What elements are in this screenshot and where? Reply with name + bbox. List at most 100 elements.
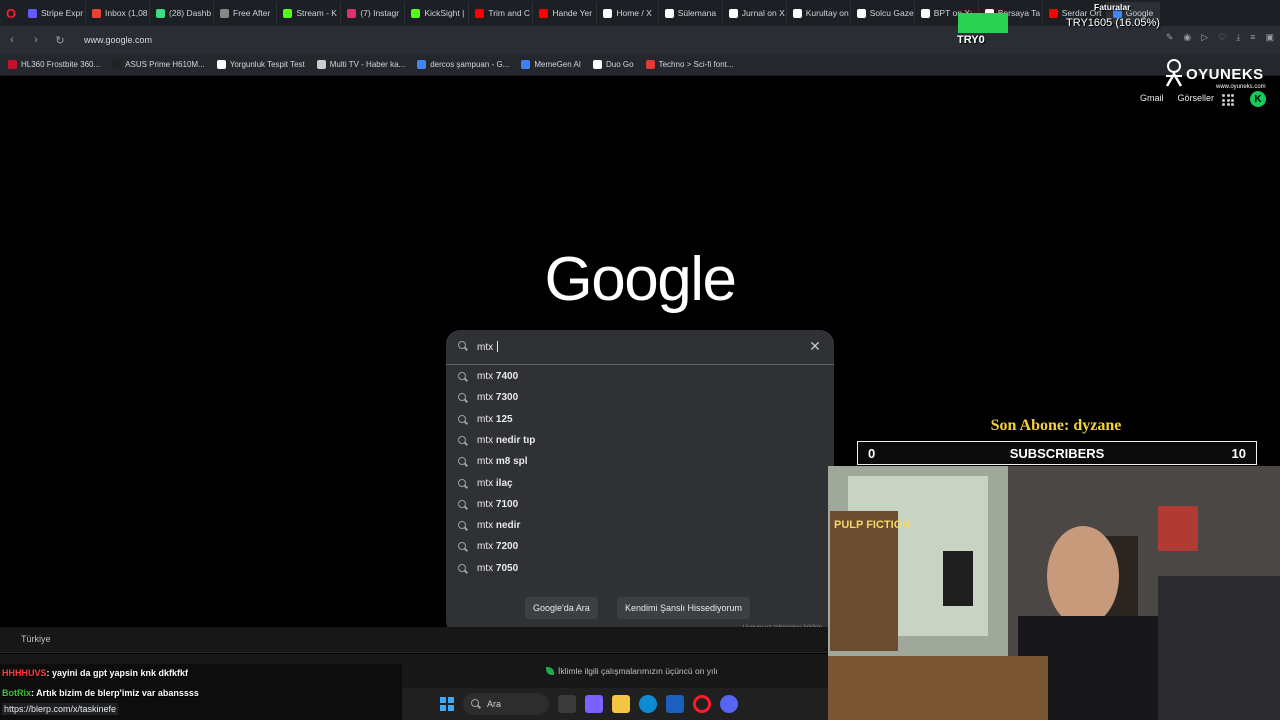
taskbar-search[interactable]: Ara (463, 693, 549, 715)
play-icon[interactable]: ▷ (1201, 32, 1208, 43)
eco-message[interactable]: İklimle ilgili çalışmalarımızın üçüncü o… (546, 666, 718, 676)
bookmark-item[interactable]: Duo Go (593, 60, 634, 69)
bookmark-favicon-icon (8, 60, 17, 69)
browser-tab[interactable]: KickSight | (405, 2, 470, 24)
opera-logo-icon[interactable]: O (0, 0, 22, 26)
reload-icon[interactable]: ↻ (54, 34, 66, 47)
search-icon (458, 478, 468, 489)
discord-icon[interactable] (720, 695, 738, 713)
svg-text:PULP FICTION: PULP FICTION (834, 519, 910, 531)
bookmark-label: MemeGen AI (534, 60, 582, 69)
bookmark-favicon-icon (216, 60, 226, 69)
heart-icon[interactable]: ♡ (1218, 32, 1226, 43)
google-header-links: Gmail Görseller (1140, 93, 1214, 103)
bookmark-item[interactable]: dercos şampuan - G... (417, 60, 509, 69)
browser-tab[interactable]: Home / X (597, 2, 659, 24)
search-suggestion[interactable]: mtx 7100 (446, 494, 834, 515)
browser-tab[interactable]: Inbox (1,08 (86, 2, 150, 24)
oyuneks-mascot-icon (1165, 59, 1183, 87)
browser-tab[interactable]: Sülemana (659, 2, 723, 24)
address-input[interactable]: www.google.com (84, 35, 152, 45)
browser-tab[interactable]: Hande Yer (533, 2, 598, 24)
tab-favicon-icon (156, 8, 165, 18)
browser-toolbar-icons: ✎ ◉ ▷ ♡ ⤓ ≡ ▣ (1166, 32, 1274, 43)
images-link[interactable]: Görseller (1177, 93, 1214, 103)
search-suggestion[interactable]: mtx 7200 (446, 536, 834, 557)
bookmark-label: ASUS Prime H610M... (125, 60, 205, 69)
opera-icon[interactable] (693, 695, 711, 713)
bookmark-item[interactable]: ASUS Prime H610M... (112, 60, 205, 69)
search-suggestion[interactable]: mtx 7400 (446, 366, 834, 387)
suggestion-text: mtx m8 spl (477, 456, 528, 468)
browser-tab[interactable]: Free After (214, 2, 278, 24)
browser-tab[interactable]: Solcu Gaze (851, 2, 915, 24)
browser-tab[interactable]: (7) Instagr (341, 2, 406, 24)
tab-label: Free After (233, 8, 271, 18)
task-view-icon[interactable] (558, 695, 576, 713)
search-panel: mtx ✕ mtx 7400 mtx 7300 mtx 125 mtx nedir t… (446, 330, 834, 635)
chat-username: BotRix (2, 688, 31, 698)
google-apps-icon[interactable] (1222, 94, 1234, 106)
back-icon[interactable]: ‹ (6, 34, 18, 46)
bookmark-favicon-icon (316, 60, 326, 69)
tab-label: Jurnal on X (741, 8, 785, 18)
bookmark-favicon-icon (417, 60, 427, 69)
download-icon[interactable]: ⤓ (1236, 32, 1240, 43)
sponsor-name: OYUNEKS (1186, 66, 1264, 83)
menu-icon[interactable]: ≡ (1250, 32, 1255, 43)
browser-tab[interactable]: Stripe Expr (22, 2, 86, 24)
store-icon[interactable] (666, 695, 684, 713)
donation-current: TRY0 (957, 34, 985, 46)
edit-icon[interactable]: ✎ (1166, 32, 1174, 43)
search-suggestion[interactable]: mtx 7300 (446, 387, 834, 408)
tab-label: Inbox (1,08 (105, 8, 148, 18)
gmail-link[interactable]: Gmail (1140, 93, 1164, 103)
tab-label: Kurultay on (805, 8, 849, 18)
search-suggestion[interactable]: mtx 7050 (446, 558, 834, 579)
leaf-icon (546, 667, 554, 675)
forward-icon[interactable]: › (30, 34, 42, 46)
chat-message: BotRix: Artık bizim de blerp'imiz var ab… (2, 688, 199, 698)
tab-favicon-icon (283, 8, 293, 18)
edge-icon[interactable] (639, 695, 657, 713)
chat-message: HHHHUVS: yayini da gpt yapsin knk dkfkfk… (2, 668, 188, 678)
tab-favicon-icon (220, 8, 229, 18)
feeling-lucky-button[interactable]: Kendimi Şanslı Hissediyorum (617, 597, 751, 619)
bookmark-item[interactable]: Yorgunluk Tespit Test (216, 60, 305, 69)
tab-favicon-icon (475, 8, 485, 18)
bookmark-item[interactable]: HL360 Frostbite 360... (8, 60, 100, 69)
search-input[interactable]: mtx (477, 341, 498, 353)
browser-tab[interactable]: Kurultay on (787, 2, 851, 24)
tab-favicon-icon (1048, 8, 1058, 18)
google-search-button[interactable]: Google'da Ara (525, 597, 598, 619)
wallet-icon[interactable]: ▣ (1265, 32, 1274, 43)
suggestion-text: mtx 7300 (477, 392, 519, 404)
bookmark-favicon-icon (645, 60, 655, 69)
bookmark-item[interactable]: Techno > Sci-fi font... (645, 60, 734, 69)
search-icon (458, 414, 468, 425)
bookmark-favicon-icon (112, 60, 122, 69)
bookmark-item[interactable]: MemeGen AI (521, 60, 581, 69)
windows-start-icon[interactable] (440, 697, 454, 711)
file-explorer-icon[interactable] (612, 695, 630, 713)
browser-tab[interactable]: Trim and C (469, 2, 534, 24)
browser-tab[interactable]: (28) Dashb (150, 2, 214, 24)
browser-tab[interactable]: Stream - K (277, 2, 342, 24)
clear-search-button[interactable]: ✕ (808, 339, 822, 353)
browser-tab[interactable]: Jurnal on X (723, 2, 787, 24)
donation-amount: TRY1605 (16.05%) (1066, 17, 1160, 29)
copilot-icon[interactable] (585, 695, 603, 713)
search-suggestion[interactable]: mtx nedir tıp (446, 430, 834, 451)
bookmark-item[interactable]: Multi TV - Haber ka... (316, 60, 405, 69)
chat-username: HHHHUVS (2, 668, 47, 678)
bookmark-label: Duo Go (606, 60, 634, 69)
search-suggestion[interactable]: mtx 125 (446, 409, 834, 430)
account-avatar[interactable]: K (1250, 91, 1266, 107)
search-suggestion[interactable]: mtx ilaç (446, 473, 834, 494)
search-suggestion[interactable]: mtx m8 spl (446, 451, 834, 472)
search-icon (458, 457, 468, 467)
camera-icon[interactable]: ◉ (1183, 32, 1191, 43)
sponsor-url: www.oyuneks.com (1216, 84, 1266, 90)
search-suggestion[interactable]: mtx nedir (446, 515, 834, 536)
tab-label: Sülemana (677, 8, 717, 18)
